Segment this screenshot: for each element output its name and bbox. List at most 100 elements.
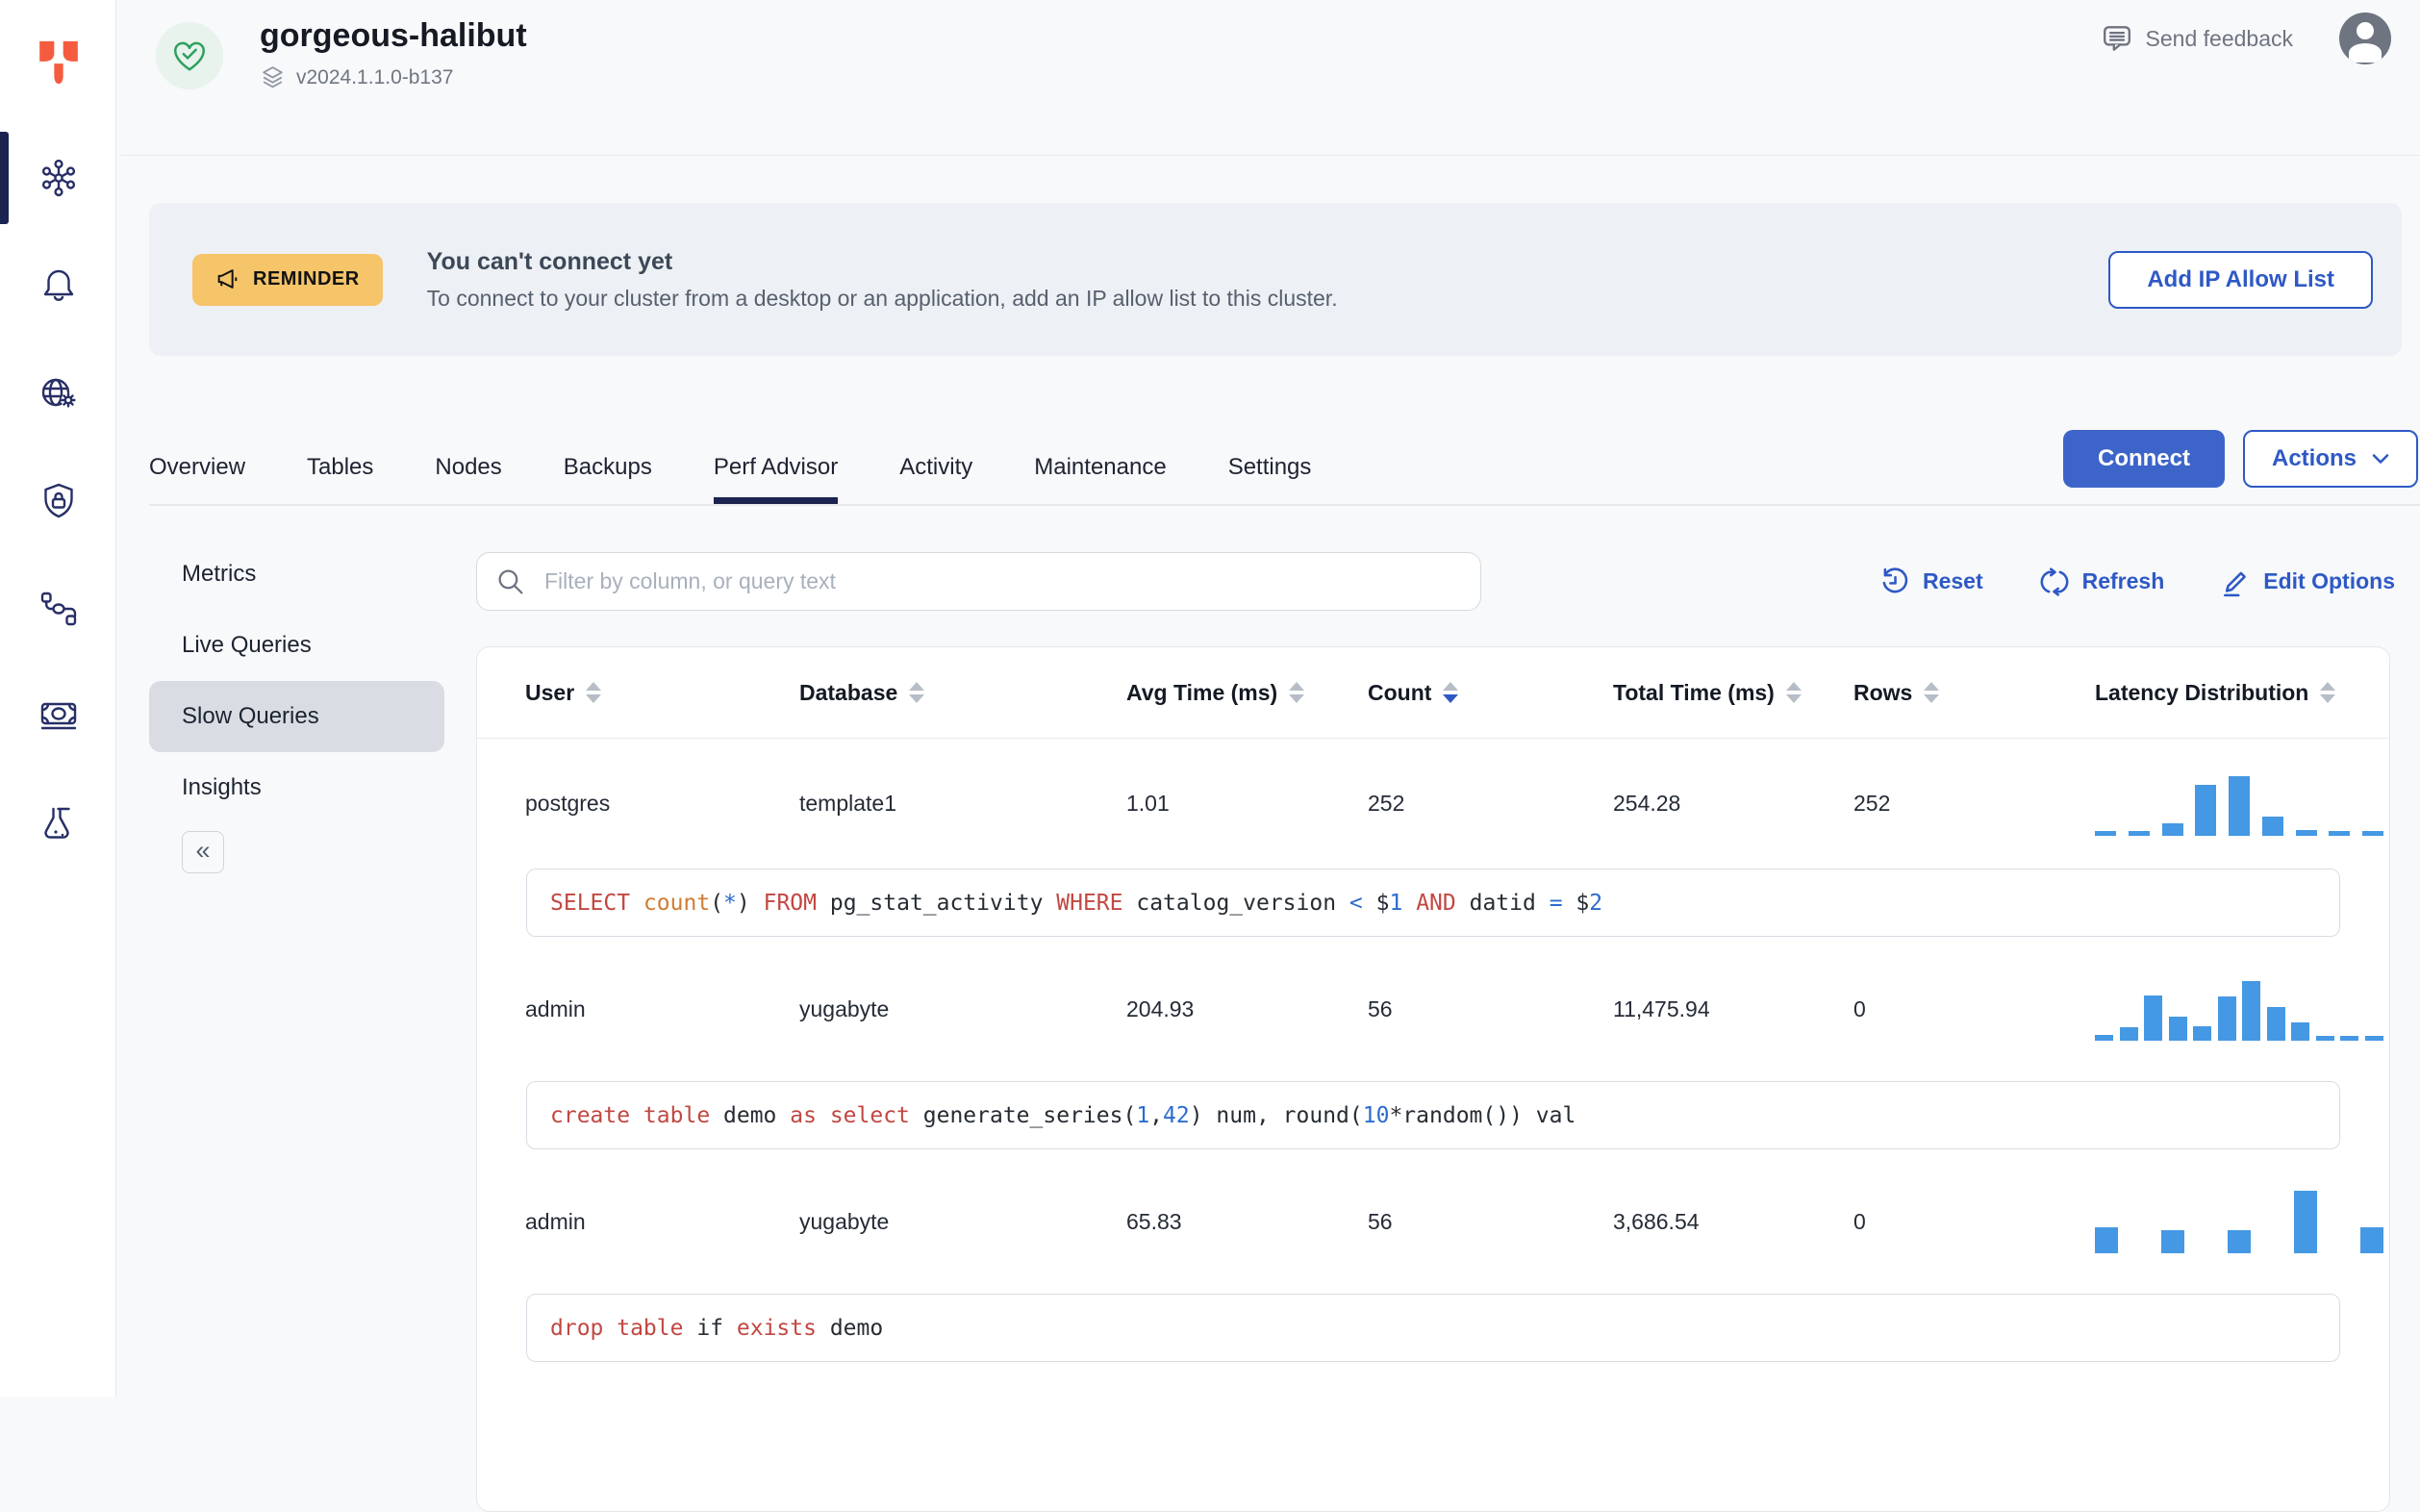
sql-token: $ [1576,890,1590,916]
yugabyte-logo-icon[interactable] [0,0,116,124]
sql-token: if [696,1315,737,1341]
column-header-user[interactable]: User [525,680,799,706]
sql-token: , [1149,1102,1164,1128]
integrations-flow-icon [40,592,76,626]
cell-total-time: 254.28 [1613,791,1681,816]
query-row[interactable]: admin yugabyte 65.83 56 3,686.54 0 [477,1149,2389,1294]
sql-token: count [643,890,711,916]
latency-histogram [2095,977,2383,1041]
column-header-database[interactable]: Database [799,680,1126,706]
tab-nodes[interactable]: Nodes [435,430,501,504]
column-header-label: Latency Distribution [2095,679,2309,705]
cell-total-time: 11,475.94 [1613,995,1710,1021]
cell-user: admin [525,1208,586,1234]
subnav-item-metrics[interactable]: Metrics [149,539,444,610]
cell-user: postgres [525,791,611,816]
column-header-label: Database [799,679,898,705]
subnav-item-live-queries[interactable]: Live Queries [149,610,444,681]
table-body: postgres template1 1.01 252 254.28 252 SELECT … [477,739,2389,1362]
sidebar-item-network[interactable] [0,340,116,447]
tab-settings[interactable]: Settings [1228,430,1312,504]
column-header-label: User [525,679,575,705]
edit-options-button[interactable]: Edit Options [2220,567,2395,597]
edit-pencil-icon [2224,571,2247,596]
histogram-bar [2168,1017,2187,1041]
cell-database: yugabyte [799,1208,890,1234]
histogram-bar [2242,981,2261,1041]
histogram-bar [2128,830,2150,836]
histogram-bar [2195,784,2217,836]
sql-token: create table [550,1102,724,1128]
reminder-badge-label: REMINDER [253,268,360,290]
query-text: create table demo as select generate_ser… [526,1081,2340,1149]
reset-label: Reset [1922,568,1983,593]
tab-backups[interactable]: Backups [564,430,652,504]
cell-database: yugabyte [799,995,890,1021]
sort-icon [909,682,925,703]
send-feedback-button[interactable]: Send feedback [2102,23,2293,54]
sql-token: as [790,1102,830,1128]
sidebar-item-clusters[interactable] [0,124,116,232]
collapse-sidebar-button[interactable]: « [182,831,224,873]
filter-input[interactable] [476,552,1481,611]
column-header-latency-distribution[interactable]: Latency Distribution [2095,680,2383,706]
query-row[interactable]: postgres template1 1.01 252 254.28 252 [477,739,2389,869]
sidebar-item-security[interactable] [0,447,116,555]
feedback-bubble-icon [2103,26,2130,51]
cell-count: 56 [1368,1208,1393,1234]
banner-description: To connect to your cluster from a deskto… [426,285,1338,311]
send-feedback-label: Send feedback [2145,25,2293,51]
tab-perf-advisor[interactable]: Perf Advisor [713,430,839,504]
refresh-button[interactable]: Refresh [2039,567,2165,597]
sql-token: SELECT [550,890,643,916]
table-header-row: User Database Avg Time (ms) Count Total Time… [477,647,2389,739]
sql-token: $ [1375,890,1390,916]
histogram-bar [2095,1227,2118,1253]
histogram-bar [2291,1022,2310,1041]
tab-activity[interactable]: Activity [899,430,972,504]
sort-icon [1785,682,1802,703]
sql-token: ) num, round( [1189,1102,1363,1128]
reminder-banner: REMINDER You can't connect yet To connec… [149,203,2402,356]
slow-queries-table: User Database Avg Time (ms) Count Total Time… [476,646,2390,1512]
connect-button[interactable]: Connect [2062,430,2225,488]
sql-token: * [723,890,737,916]
tab-overview[interactable]: Overview [149,430,245,504]
page-title: gorgeous-halibut [260,17,527,54]
column-header-total-time-ms[interactable]: Total Time (ms) [1613,680,1853,706]
histogram-bar [2228,1230,2251,1253]
sidebar-item-integrations[interactable] [0,555,116,663]
cell-count: 56 [1368,995,1393,1021]
subnav-list: Metrics Live Queries Slow Queries Insights [149,539,444,823]
cell-user: admin [525,995,586,1021]
add-ip-allow-list-button[interactable]: Add IP Allow List [2108,250,2373,309]
actions-button[interactable]: Actions [2242,430,2418,488]
sidebar-item-billing[interactable] [0,663,116,770]
histogram-bar [2217,996,2236,1041]
histogram-bar [2294,1191,2317,1253]
refresh-label: Refresh [2081,568,2165,593]
cell-database: template1 [799,791,897,816]
sidebar-item-labs[interactable] [0,770,116,878]
app-sidebar [0,0,116,1397]
sidebar-item-alerts[interactable] [0,232,116,340]
subnav-item-slow-queries[interactable]: Slow Queries [149,681,444,752]
histogram-bar [2161,822,2183,836]
sql-token: 42 [1163,1102,1190,1128]
histogram-bar [2329,830,2351,836]
reset-button[interactable]: Reset [1879,567,1983,597]
column-header-label: Avg Time (ms) [1126,679,1278,705]
column-header-avg-time-ms[interactable]: Avg Time (ms) [1126,680,1368,706]
sql-token: 1 [1389,890,1403,916]
sql-token: *random()) val [1389,1102,1576,1128]
subnav-item-insights[interactable]: Insights [149,752,444,823]
user-avatar[interactable] [2339,13,2391,64]
sql-token: catalog_version [1136,890,1349,916]
sort-icon [1443,682,1459,703]
column-header-count[interactable]: Count [1368,680,1613,706]
column-header-rows[interactable]: Rows [1853,680,2095,706]
query-row[interactable]: admin yugabyte 204.93 56 11,475.94 0 [477,937,2389,1081]
tab-tables[interactable]: Tables [307,430,373,504]
sql-token: AND [1416,890,1470,916]
tab-maintenance[interactable]: Maintenance [1034,430,1166,504]
